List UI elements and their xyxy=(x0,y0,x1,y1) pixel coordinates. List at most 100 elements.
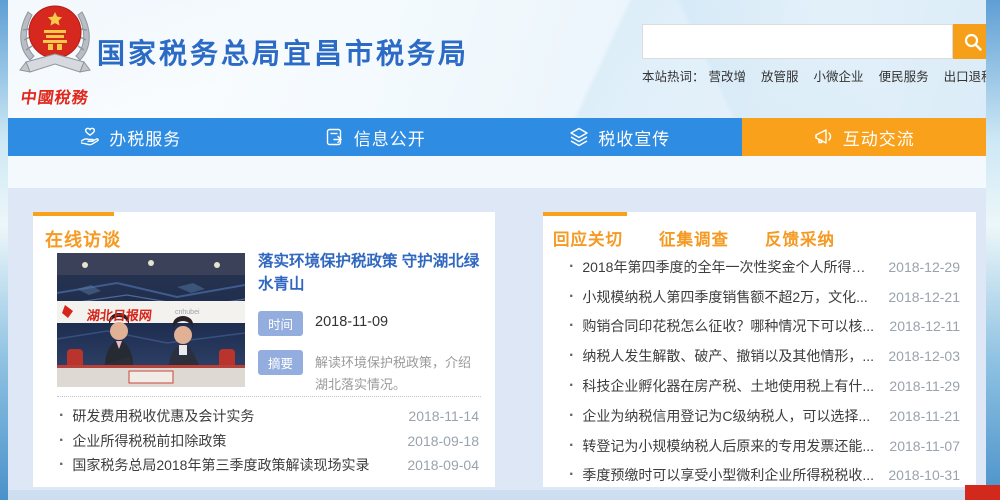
item-title: 企业为纳税信用登记为C级纳税人，可以选择... xyxy=(582,406,877,426)
list-item[interactable]: · 企业所得税税前扣除政策 2018-09-18 xyxy=(57,429,479,454)
hotword-link-xiaoweiqiye[interactable]: 小微企业 xyxy=(814,66,864,85)
red-corner-block xyxy=(965,485,1000,500)
item-title: 购销合同印花税怎么征收？哪种情况下可以核... xyxy=(582,316,877,336)
list-item[interactable]: · 小规模纳税人第四季度销售额不超2万，文化... 2018-12-21 xyxy=(567,282,960,312)
item-date: 2018-12-11 xyxy=(889,318,960,334)
item-date: 2018-12-03 xyxy=(888,348,960,364)
tab-collect-survey[interactable]: 征集调查 xyxy=(659,226,729,250)
bullet-icon: · xyxy=(59,456,64,474)
item-date: 2018-11-29 xyxy=(889,378,960,394)
photo-caption: 湖北日报网 xyxy=(86,305,153,324)
nav-label: 信息公开 xyxy=(354,125,426,150)
list-item[interactable]: · 科技企业孵化器在房产税、土地使用税上有什... 2018-11-29 xyxy=(567,371,960,401)
item-title: 研发费用税收优惠及会计实务 xyxy=(72,406,396,426)
nav-label: 税收宣传 xyxy=(598,125,670,150)
nav-label: 办税服务 xyxy=(109,125,181,150)
list-item[interactable]: · 2018年第四季度的全年一次性奖金个人所得税... 2018-12-29 xyxy=(567,252,960,282)
interview-feature-info: 落实环境保护税政策 守护湖北绿水青山 时间 2018-11-09 摘要 解读环境… xyxy=(258,250,480,396)
item-date: 2018-12-29 xyxy=(888,259,960,275)
bullet-icon: · xyxy=(569,317,574,335)
hotwords-bar: 本站热词： 营改增 放管服 小微企业 便民服务 出口退税 xyxy=(642,66,986,85)
site-logo: 中國稅務 xyxy=(14,0,96,112)
interview-time-row: 时间 2018-11-09 xyxy=(258,311,480,336)
item-date: 2018-11-21 xyxy=(889,408,960,424)
bullet-icon: · xyxy=(569,288,574,306)
tab-respond-concerns[interactable]: 回应关切 xyxy=(553,226,623,250)
page-content: 中國稅務 国家税务总局宜昌市税务局 本站热词： 营改增 放管服 小微企业 便民服… xyxy=(8,0,986,500)
bullet-icon: · xyxy=(569,407,574,425)
interview-abstract-text: 解读环境保护税政策，介绍湖北落实情况。 xyxy=(315,350,475,396)
nav-tax-service[interactable]: 办税服务 xyxy=(8,118,253,156)
list-item[interactable]: · 企业为纳税信用登记为C级纳税人，可以选择... 2018-11-21 xyxy=(567,401,960,431)
nav-tax-publicity[interactable]: 税收宣传 xyxy=(497,118,742,156)
search-input[interactable] xyxy=(642,24,953,59)
item-date: 2018-11-07 xyxy=(889,438,960,454)
item-title: 小规模纳税人第四季度销售额不超2万，文化... xyxy=(582,287,876,307)
layers-icon xyxy=(568,126,590,148)
abstract-badge: 摘要 xyxy=(258,350,303,375)
hotwords-label: 本站热词： xyxy=(642,66,705,85)
interview-abstract-row: 摘要 解读环境保护税政策，介绍湖北落实情况。 xyxy=(258,350,480,396)
site-title: 国家税务总局宜昌市税务局 xyxy=(97,32,469,72)
list-item[interactable]: · 国家税务总局2018年第三季度政策解读现场实录 2018-09-04 xyxy=(57,453,479,478)
document-arrow-icon xyxy=(324,126,346,148)
tab-feedback-adoption[interactable]: 反馈采纳 xyxy=(765,226,835,250)
item-date: 2018-09-18 xyxy=(407,433,479,449)
search-box xyxy=(642,24,986,59)
list-item[interactable]: · 季度预缴时可以享受小型微利企业所得税税收... 2018-10-31 xyxy=(567,461,960,491)
bullet-icon: · xyxy=(569,377,574,395)
megaphone-icon xyxy=(813,126,835,148)
hand-heart-icon xyxy=(79,126,101,148)
item-title: 季度预缴时可以享受小型微利企业所得税税收... xyxy=(582,465,876,485)
bullet-icon: · xyxy=(569,258,574,276)
online-interview-panel: 在线访谈 xyxy=(33,212,495,487)
site-header: 中國稅務 国家税务总局宜昌市税务局 本站热词： 营改增 放管服 小微企业 便民服… xyxy=(8,0,986,118)
hotword-link-yingaizeng[interactable]: 营改增 xyxy=(709,66,747,85)
list-item[interactable]: · 研发费用税收优惠及会计实务 2018-11-14 xyxy=(57,404,479,429)
bullet-icon: · xyxy=(59,407,64,425)
item-date: 2018-10-31 xyxy=(888,467,960,483)
interview-photo[interactable]: 湖北日报网 cnhubei xyxy=(57,253,245,387)
panel-accent-bar xyxy=(543,212,627,216)
interaction-tabs: 回应关切 征集调查 反馈采纳 xyxy=(553,226,871,250)
item-date: 2018-12-21 xyxy=(888,289,960,305)
search-icon xyxy=(963,32,983,52)
item-date: 2018-11-14 xyxy=(408,408,479,424)
bullet-icon: · xyxy=(569,466,574,484)
logo-caption: 中國稅務 xyxy=(12,84,97,108)
item-title: 2018年第四季度的全年一次性奖金个人所得税... xyxy=(582,257,876,277)
interaction-panel: 回应关切 征集调查 反馈采纳 · 2018年第四季度的全年一次性奖金个人所得税.… xyxy=(543,212,976,487)
item-title: 企业所得税税前扣除政策 xyxy=(72,431,395,451)
interview-feature-title[interactable]: 落实环境保护税政策 守护湖北绿水青山 xyxy=(258,250,480,297)
photo-url-text: cnhubei xyxy=(175,309,200,316)
gap-band xyxy=(8,156,986,188)
item-title: 国家税务总局2018年第三季度政策解读现场实录 xyxy=(72,455,395,475)
bullet-icon: · xyxy=(569,437,574,455)
china-tax-emblem-icon xyxy=(14,0,96,84)
main-nav: 办税服务 信息公开 税收宣传 xyxy=(8,118,986,156)
time-badge: 时间 xyxy=(258,311,303,336)
interaction-list: · 2018年第四季度的全年一次性奖金个人所得税... 2018-12-29 ·… xyxy=(567,252,960,490)
nav-label: 互动交流 xyxy=(843,125,915,150)
list-item[interactable]: · 购销合同印花税怎么征收？哪种情况下可以核... 2018-12-11 xyxy=(567,312,960,342)
interview-list: · 研发费用税收优惠及会计实务 2018-11-14 · 企业所得税税前扣除政策… xyxy=(57,404,479,478)
hotword-link-chukoutuishui[interactable]: 出口退税 xyxy=(944,66,986,85)
item-date: 2018-09-04 xyxy=(407,457,479,473)
panel-accent-bar xyxy=(33,212,114,216)
item-title: 转登记为小规模纳税人后原来的专用发票还能... xyxy=(582,436,877,456)
search-button[interactable] xyxy=(953,24,986,59)
list-item[interactable]: · 转登记为小规模纳税人后原来的专用发票还能... 2018-11-07 xyxy=(567,431,960,461)
item-title: 科技企业孵化器在房产税、土地使用税上有什... xyxy=(582,376,877,396)
online-interview-title: 在线访谈 xyxy=(45,226,121,252)
interview-time-value: 2018-11-09 xyxy=(315,311,388,330)
item-title: 纳税人发生解散、破产、撤销以及其他情形，... xyxy=(582,346,876,366)
footer-strip xyxy=(8,490,986,500)
bullet-icon: · xyxy=(59,432,64,450)
hotword-link-bianminfuwu[interactable]: 便民服务 xyxy=(879,66,929,85)
bullet-icon: · xyxy=(569,347,574,365)
dotted-divider xyxy=(57,396,481,397)
nav-info-disclosure[interactable]: 信息公开 xyxy=(253,118,498,156)
hotword-link-fangguanfu[interactable]: 放管服 xyxy=(761,66,799,85)
nav-interaction[interactable]: 互动交流 xyxy=(742,118,987,156)
list-item[interactable]: · 纳税人发生解散、破产、撤销以及其他情形，... 2018-12-03 xyxy=(567,341,960,371)
